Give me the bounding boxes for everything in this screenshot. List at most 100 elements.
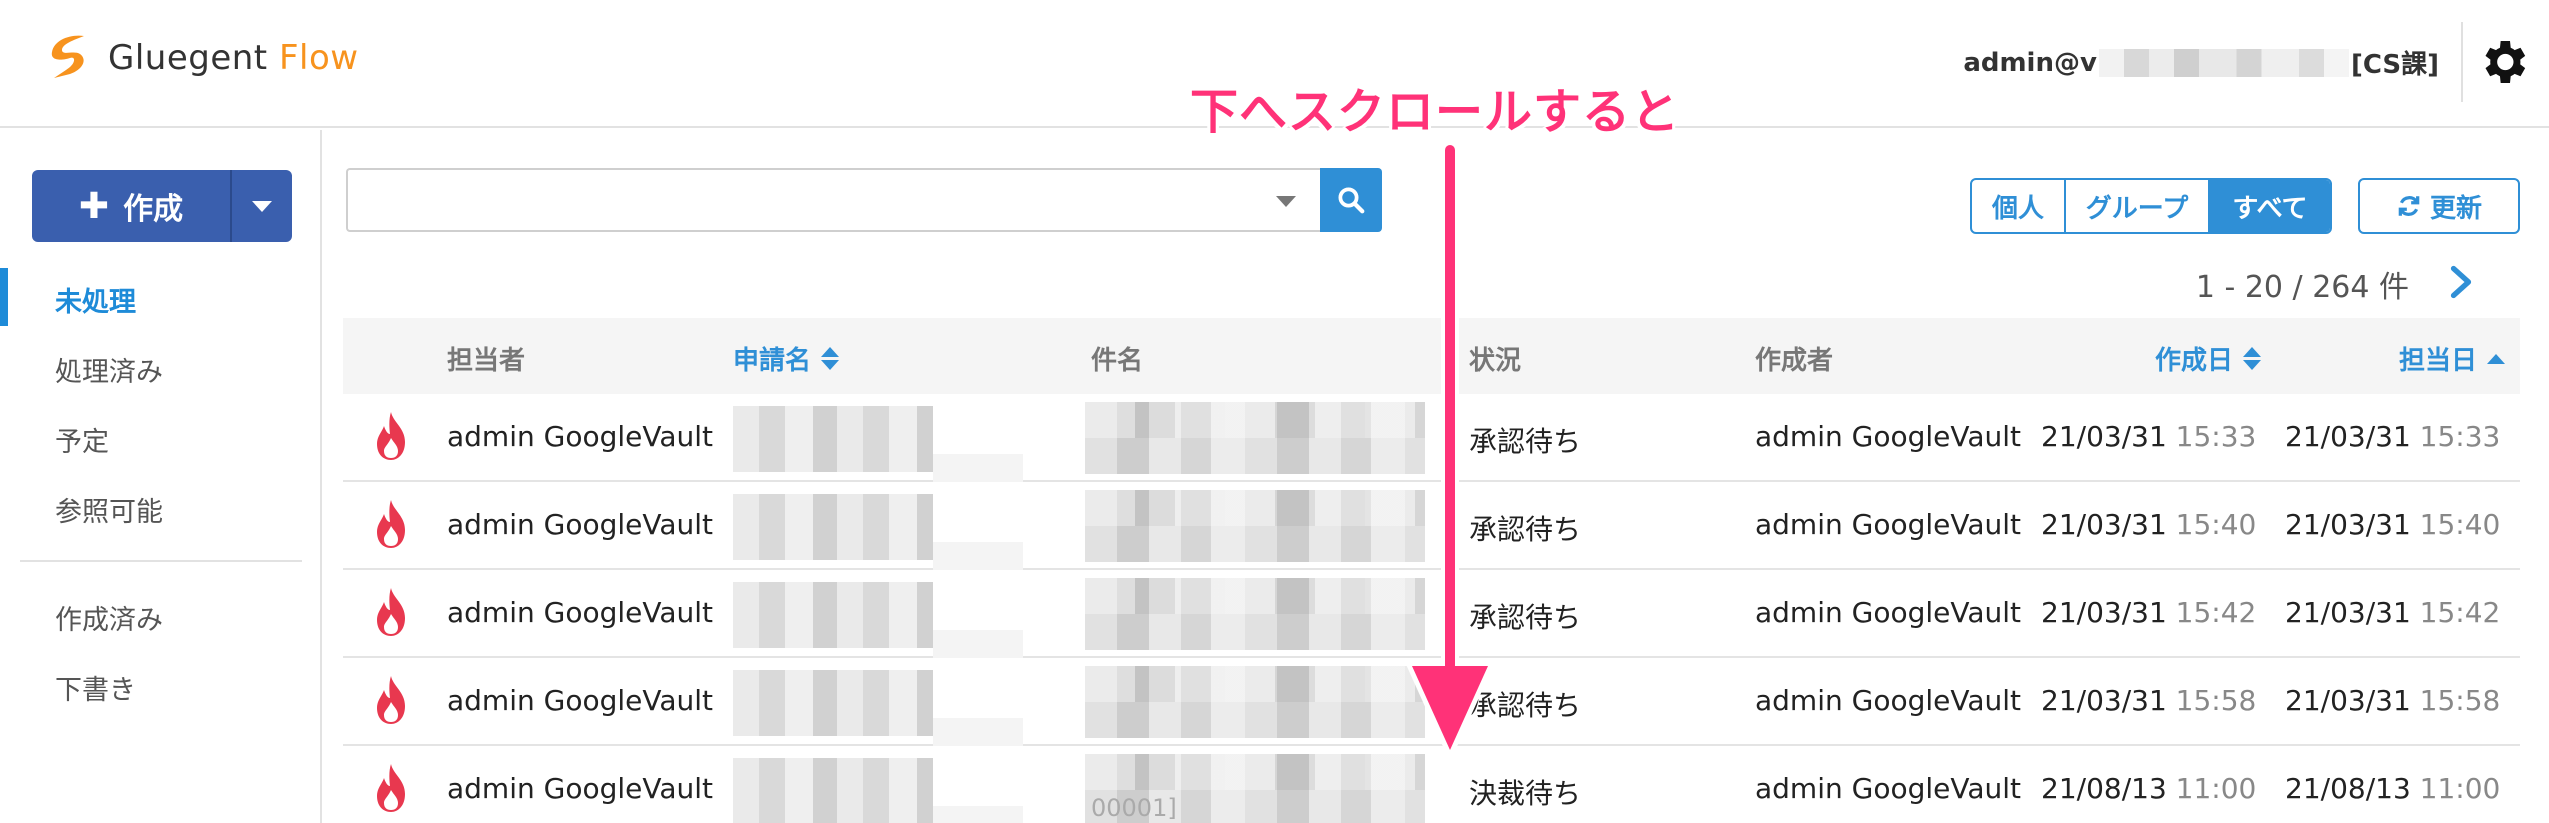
assignee-cell: admin GoogleVault bbox=[447, 508, 714, 541]
user-department: [CS課] bbox=[2350, 50, 2439, 80]
created-date: 21/03/31 bbox=[2041, 596, 2167, 629]
created-date-cell: 21/08/13 11:00 bbox=[2041, 772, 2256, 805]
assigned-date-cell: 21/03/31 15:58 bbox=[2285, 684, 2500, 717]
filter-all[interactable]: すべて bbox=[2210, 180, 2330, 232]
column-creator: 作成者 bbox=[1755, 346, 1834, 376]
sort-icon bbox=[2243, 347, 2262, 370]
app-logo[interactable]: Gluegent Flow bbox=[40, 30, 359, 86]
redacted-subject-shade bbox=[1085, 578, 1425, 614]
sidebar: ✚ 作成 未処理 処理済み 予定 参照可能 作成済み 下書き bbox=[0, 130, 322, 823]
chevron-down-icon[interactable] bbox=[1276, 196, 1296, 207]
assignee-cell: admin GoogleVault bbox=[447, 420, 714, 453]
create-dropdown-button[interactable] bbox=[232, 170, 292, 242]
user-account[interactable]: admin@v [CS課] bbox=[1963, 44, 2439, 81]
assignee-cell: admin GoogleVault bbox=[447, 684, 714, 717]
created-time: 15:42 bbox=[2175, 596, 2257, 629]
flame-icon bbox=[377, 412, 405, 460]
sidebar-item-viewable[interactable]: 参照可能 bbox=[55, 490, 163, 529]
creator-cell: admin GoogleVault bbox=[1755, 684, 2022, 717]
create-button-group: ✚ 作成 bbox=[32, 170, 292, 242]
flame-icon bbox=[377, 500, 405, 548]
sidebar-divider bbox=[20, 560, 302, 562]
created-date-cell: 21/03/31 15:40 bbox=[2041, 508, 2256, 541]
column-assignee: 担当者 bbox=[447, 346, 526, 376]
redacted-request-name bbox=[733, 494, 933, 560]
assigned-date-cell: 21/03/31 15:33 bbox=[2285, 420, 2500, 453]
assigned-date-cell: 21/03/31 15:42 bbox=[2285, 596, 2500, 629]
assigned-time: 15:58 bbox=[2419, 684, 2501, 717]
search-button[interactable] bbox=[1320, 168, 1382, 232]
chevron-right-icon[interactable] bbox=[2443, 264, 2479, 300]
created-date-cell: 21/03/31 15:58 bbox=[2041, 684, 2256, 717]
filter-group[interactable]: グループ bbox=[2066, 180, 2210, 232]
column-assigned-date[interactable]: 担当日 bbox=[2399, 340, 2506, 377]
redacted-request-name bbox=[733, 582, 933, 648]
sidebar-item-drafts[interactable]: 下書き bbox=[55, 668, 136, 707]
plus-icon: ✚ bbox=[78, 185, 110, 227]
created-date: 21/03/31 bbox=[2041, 508, 2167, 541]
column-created-date[interactable]: 作成日 bbox=[2155, 340, 2262, 377]
column-request-name-label: 申請名 bbox=[733, 346, 812, 376]
redacted-request-name-tail bbox=[933, 718, 1023, 746]
flame-icon bbox=[377, 588, 405, 636]
pagination-text: 1 - 20 / 264 件 bbox=[2195, 270, 2409, 305]
created-date: 21/08/13 bbox=[2041, 772, 2167, 805]
created-time: 15:40 bbox=[2175, 508, 2257, 541]
creator-cell: admin GoogleVault bbox=[1755, 772, 2022, 805]
created-time: 15:33 bbox=[2175, 420, 2257, 453]
gluegent-logo-icon bbox=[51, 35, 84, 78]
created-date-cell: 21/03/31 15:42 bbox=[2041, 596, 2256, 629]
column-subject: 件名 bbox=[1091, 346, 1144, 376]
sidebar-item-processed[interactable]: 処理済み bbox=[55, 350, 163, 389]
create-button-label: 作成 bbox=[123, 192, 184, 227]
assigned-date: 21/03/31 bbox=[2285, 596, 2411, 629]
annotation-text: 下へスクロールすると bbox=[1190, 84, 1681, 140]
creator-cell: admin GoogleVault bbox=[1755, 508, 2022, 541]
sidebar-item-scheduled[interactable]: 予定 bbox=[55, 420, 109, 459]
created-date: 21/03/31 bbox=[2041, 684, 2167, 717]
sort-icon bbox=[821, 347, 840, 370]
flame-icon bbox=[377, 764, 405, 812]
chevron-down-icon bbox=[252, 200, 272, 212]
column-request-name[interactable]: 申請名 bbox=[733, 340, 840, 377]
redacted-subject-shade bbox=[1085, 402, 1425, 438]
column-assigned-date-label: 担当日 bbox=[2399, 346, 2478, 376]
sidebar-item-created[interactable]: 作成済み bbox=[55, 598, 163, 637]
masked-email bbox=[2098, 48, 2349, 77]
search-icon bbox=[1338, 187, 1365, 214]
scope-filter: 個人 グループ すべて bbox=[1970, 178, 2332, 234]
assigned-date: 21/08/13 bbox=[2285, 772, 2411, 805]
created-time: 15:58 bbox=[2175, 684, 2257, 717]
logo-text: Gluegent Flow bbox=[108, 38, 359, 78]
redacted-request-name bbox=[733, 758, 933, 823]
refresh-button[interactable]: 更新 bbox=[2358, 178, 2520, 234]
refresh-icon bbox=[2398, 196, 2420, 216]
subject-visible-tail: 00001] bbox=[1091, 794, 1177, 822]
redacted-request-name-tail bbox=[933, 806, 1023, 823]
redacted-request-name-tail bbox=[933, 542, 1023, 570]
redacted-request-name-tail bbox=[933, 630, 1023, 658]
filter-individual[interactable]: 個人 bbox=[1972, 180, 2066, 232]
active-nav-indicator bbox=[0, 268, 8, 326]
assigned-date-cell: 21/03/31 15:40 bbox=[2285, 508, 2500, 541]
search-select[interactable] bbox=[346, 168, 1320, 232]
creator-cell: admin GoogleVault bbox=[1755, 596, 2022, 629]
redacted-request-name-tail bbox=[933, 454, 1023, 482]
flame-icon bbox=[377, 676, 405, 724]
status-cell: 決裁待ち bbox=[1469, 777, 1582, 810]
assignee-cell: admin GoogleVault bbox=[447, 772, 714, 805]
sidebar-item-unprocessed[interactable]: 未処理 bbox=[55, 280, 136, 319]
create-button[interactable]: ✚ 作成 bbox=[32, 170, 230, 242]
column-created-date-label: 作成日 bbox=[2155, 346, 2234, 376]
redacted-subject-shade bbox=[1085, 666, 1425, 702]
gear-icon[interactable] bbox=[2475, 34, 2531, 90]
header-divider bbox=[2461, 22, 2463, 102]
assignee-cell: admin GoogleVault bbox=[447, 596, 714, 629]
redacted-request-name bbox=[733, 670, 933, 736]
arrow-down-icon bbox=[1404, 140, 1496, 762]
redacted-subject-shade bbox=[1085, 490, 1425, 526]
assigned-date: 21/03/31 bbox=[2285, 684, 2411, 717]
creator-cell: admin GoogleVault bbox=[1755, 420, 2022, 453]
assigned-time: 15:33 bbox=[2419, 420, 2501, 453]
sort-asc-icon bbox=[2487, 353, 2506, 364]
